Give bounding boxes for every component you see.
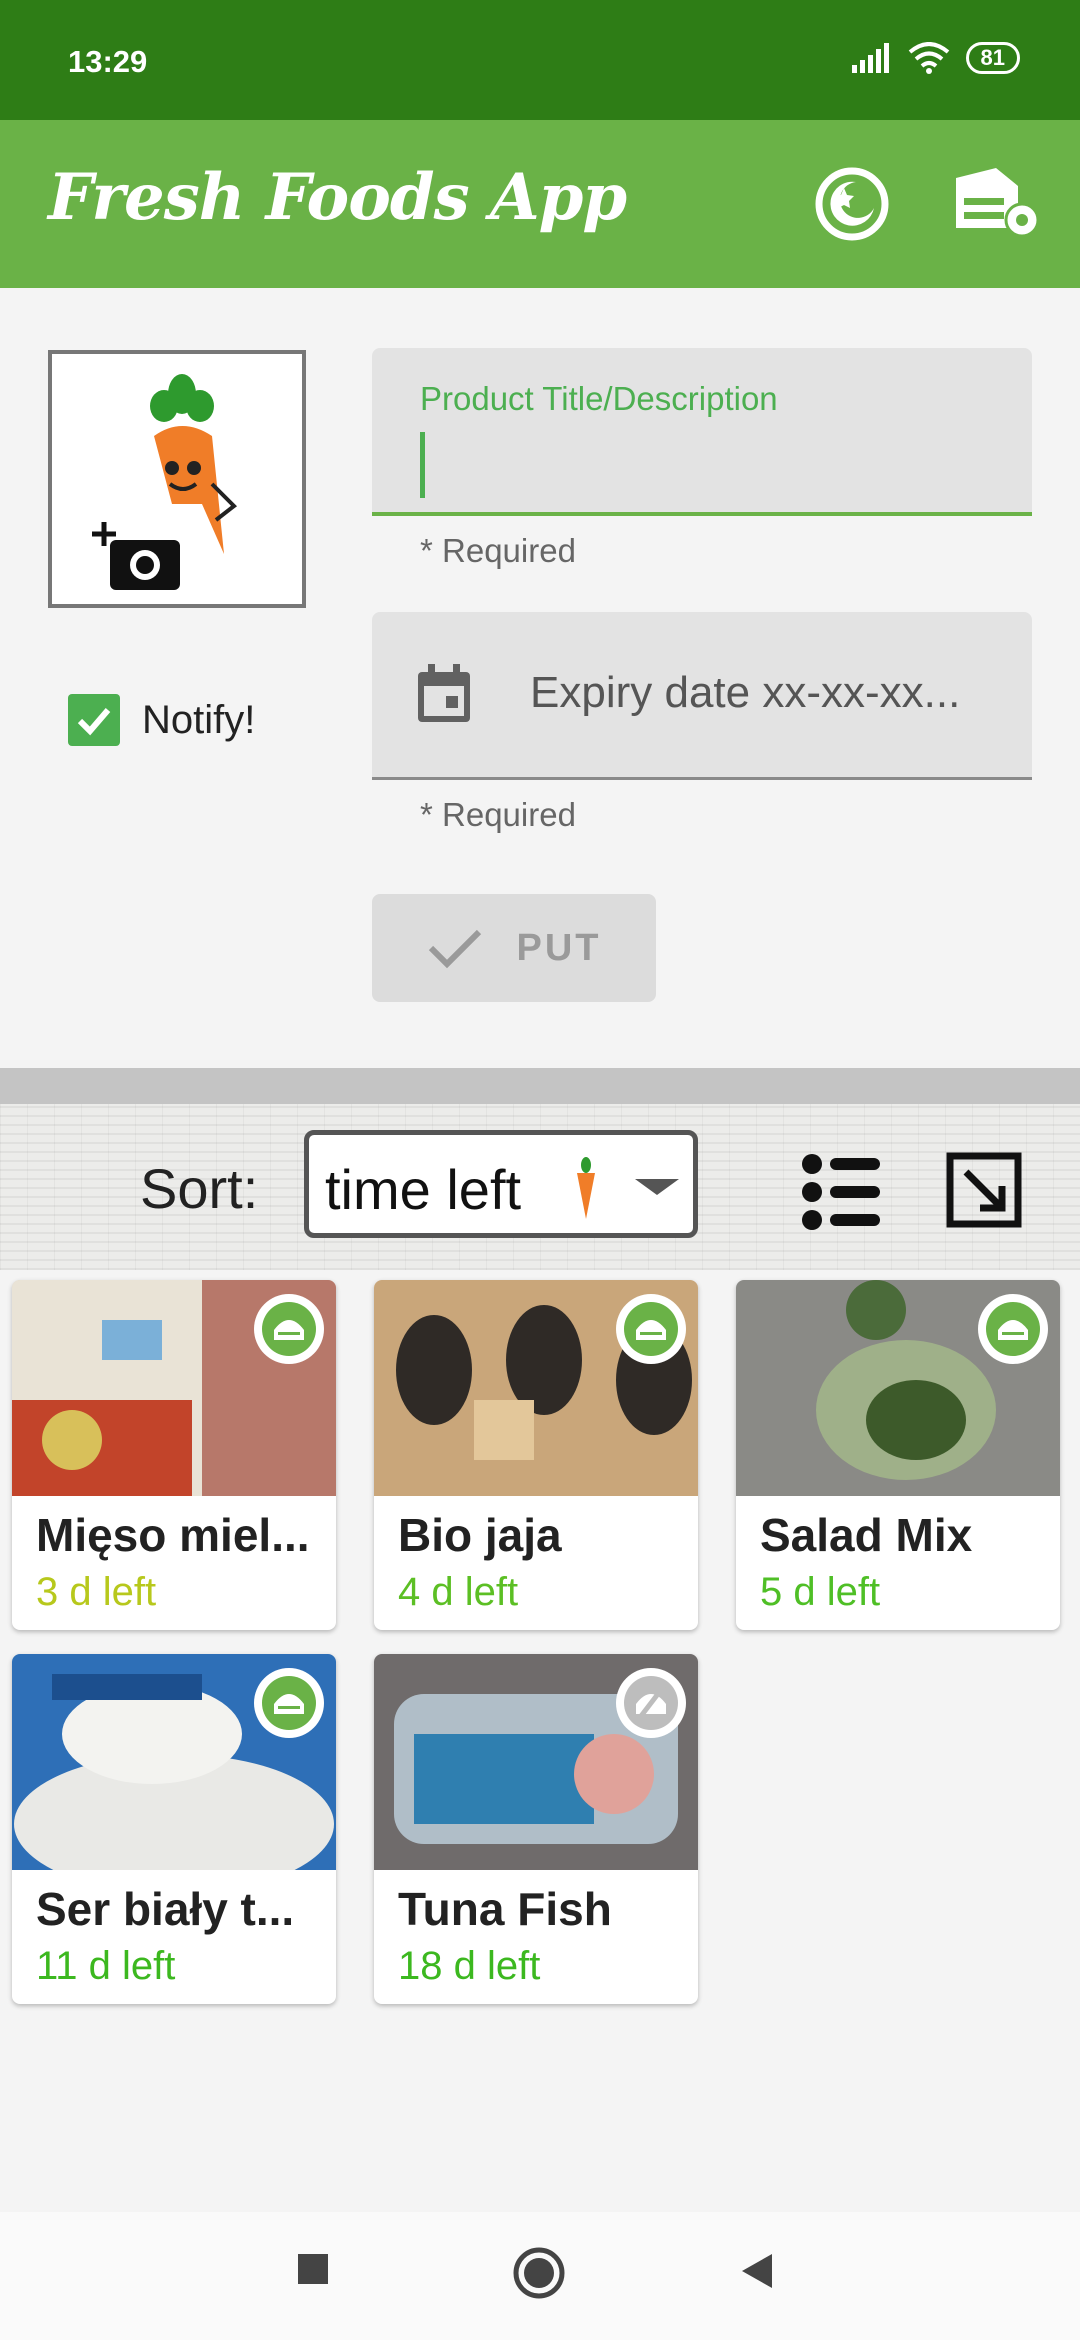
night-mode-icon xyxy=(815,167,889,241)
product-card[interactable]: Mięso miel... 3 d left xyxy=(12,1280,336,1630)
storage-icon xyxy=(624,1302,678,1356)
sort-selected-value: time left xyxy=(325,1158,522,1221)
storage-badge xyxy=(978,1294,1048,1364)
title-required-helper: * Required xyxy=(420,532,576,569)
wifi-icon xyxy=(908,42,949,74)
add-product-form: Notify! Product Title/Description * Requ… xyxy=(0,288,1080,1068)
sort-label: Sort: xyxy=(140,1157,259,1220)
product-title-label: Product Title/Description xyxy=(420,380,778,417)
put-button[interactable]: PUT xyxy=(372,894,656,1002)
notify-checkbox-row[interactable]: Notify! xyxy=(68,694,255,746)
product-days-left: 18 d left xyxy=(398,1944,541,1988)
storage-badge xyxy=(254,1294,324,1364)
back-icon[interactable] xyxy=(740,2252,774,2290)
storage-off-icon xyxy=(624,1676,678,1730)
section-divider xyxy=(0,1068,1080,1104)
sort-dropdown[interactable]: time left xyxy=(304,1130,698,1238)
status-bar: 13:29 81 xyxy=(0,0,1080,120)
storage-badge xyxy=(616,1294,686,1364)
product-name: Mięso miel... xyxy=(36,1509,310,1561)
product-name: Tuna Fish xyxy=(398,1883,612,1935)
product-card[interactable]: Ser biały t... 11 d left xyxy=(12,1654,336,2004)
expiry-date-field[interactable]: Expiry date xx-xx-xx... xyxy=(372,612,1032,780)
signal-icon xyxy=(851,43,889,73)
storage-icon xyxy=(986,1302,1040,1356)
storage-icon xyxy=(262,1302,316,1356)
product-days-left: 11 d left xyxy=(36,1944,176,1988)
notify-checkbox[interactable] xyxy=(68,694,120,746)
storage-badge xyxy=(254,1668,324,1738)
home-icon[interactable] xyxy=(512,2246,566,2300)
system-navigation-bar xyxy=(0,2212,1080,2340)
product-days-left: 3 d left xyxy=(36,1570,157,1614)
notify-label: Notify! xyxy=(142,697,256,742)
product-name: Salad Mix xyxy=(760,1509,973,1561)
add-photo-carrot-icon xyxy=(92,374,238,590)
settings-storage-icon xyxy=(956,168,1040,238)
status-icons: 81 xyxy=(851,42,1020,74)
calendar-icon xyxy=(418,664,470,722)
app-title: Fresh Foods App xyxy=(48,160,627,235)
check-icon xyxy=(77,708,111,736)
put-button-label: PUT xyxy=(516,926,602,969)
app-bar: Fresh Foods App xyxy=(0,120,1080,288)
expand-icon[interactable] xyxy=(944,1150,1024,1230)
text-caret xyxy=(420,432,425,498)
carrot-icon xyxy=(577,1157,595,1219)
night-mode-button[interactable] xyxy=(806,158,898,250)
product-days-left: 5 d left xyxy=(760,1570,881,1614)
product-name: Bio jaja xyxy=(398,1509,562,1561)
expiry-date-placeholder: Expiry date xx-xx-xx... xyxy=(530,668,961,717)
product-name: Ser biały t... xyxy=(36,1883,295,1935)
storage-settings-button[interactable] xyxy=(946,158,1050,250)
expiry-required-helper: * Required xyxy=(420,796,576,833)
status-time: 13:29 xyxy=(68,44,148,79)
product-card[interactable]: Tuna Fish 18 d left xyxy=(374,1654,698,2004)
sort-bar: Sort: time left xyxy=(0,1104,1080,1270)
battery-indicator: 81 xyxy=(965,42,1020,74)
recents-icon[interactable] xyxy=(296,2252,330,2286)
product-photo-button[interactable] xyxy=(48,350,306,608)
product-days-left: 4 d left xyxy=(398,1570,519,1614)
storage-badge xyxy=(616,1668,686,1738)
storage-icon xyxy=(262,1676,316,1730)
product-card[interactable]: Bio jaja 4 d left xyxy=(374,1280,698,1630)
list-icon[interactable] xyxy=(800,1150,884,1234)
check-icon xyxy=(428,929,481,969)
product-title-field[interactable]: Product Title/Description xyxy=(372,348,1032,516)
dropdown-arrow-icon xyxy=(635,1179,679,1195)
product-card[interactable]: Salad Mix 5 d left xyxy=(736,1280,1060,1630)
